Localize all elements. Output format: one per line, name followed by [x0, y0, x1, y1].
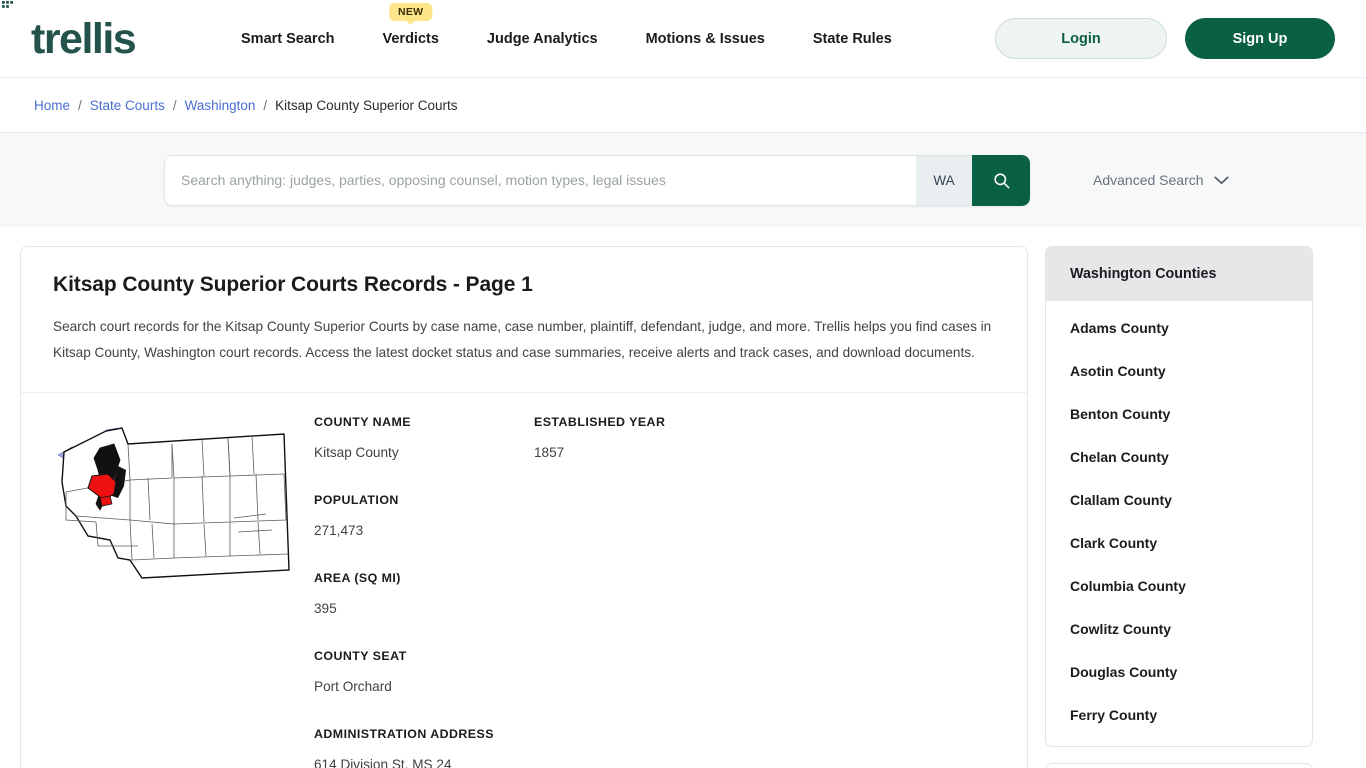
nav-label: State Rules: [812, 30, 892, 47]
field-value-administration-address: 614 Division St, MS 24 Port Orchard, WA …: [314, 757, 452, 768]
nav-label: Motions & Issues: [645, 30, 765, 47]
field-label-county-name: COUNTY NAME: [314, 415, 411, 429]
signup-button[interactable]: Sign Up: [1185, 18, 1335, 59]
site-header: trellis Smart Search NEW Verdicts Judge …: [0, 0, 1366, 78]
breadcrumb: Home / State Courts / Washington / Kitsa…: [0, 78, 1366, 133]
search-band: WA Advanced Search: [0, 133, 1366, 227]
records-card: Kitsap County Superior Courts Records - …: [20, 246, 1028, 768]
header-actions: Login Sign Up: [995, 18, 1335, 59]
field-label-established-year: ESTABLISHED YEAR: [534, 415, 666, 429]
main-nav: Smart Search NEW Verdicts Judge Analytic…: [241, 2, 916, 49]
sidebar-item-cowlitz-county[interactable]: Cowlitz County: [1046, 608, 1312, 651]
sidebar-item-columbia-county[interactable]: Columbia County: [1046, 565, 1312, 608]
counties-card: Washington Counties Adams County Asotin …: [1045, 246, 1313, 747]
nav-item-motions-issues[interactable]: Motions & Issues: [622, 29, 789, 49]
field-label-population: POPULATION: [314, 493, 399, 507]
breadcrumb-separator: /: [78, 97, 82, 113]
sidebar-item-chelan-county[interactable]: Chelan County: [1046, 436, 1312, 479]
nav-label: Verdicts: [382, 30, 439, 47]
nav-label: Judge Analytics: [486, 30, 598, 47]
new-badge: NEW: [389, 2, 433, 21]
nav-item-smart-search[interactable]: Smart Search: [241, 29, 359, 49]
search-box: WA: [164, 154, 1030, 206]
field-value-county-seat: Port Orchard: [314, 679, 392, 694]
field-value-county-name: Kitsap County: [314, 445, 399, 460]
sidebar-item-benton-county[interactable]: Benton County: [1046, 393, 1312, 436]
breadcrumb-item-state-courts[interactable]: State Courts: [90, 98, 165, 113]
counties-card-title: Washington Counties: [1046, 247, 1312, 301]
sidebar: Washington Counties Adams County Asotin …: [1045, 246, 1313, 768]
advanced-search-toggle[interactable]: Advanced Search: [1093, 172, 1229, 188]
login-button[interactable]: Login: [995, 18, 1167, 59]
nav-item-state-rules[interactable]: State Rules: [789, 29, 916, 49]
magnifier-icon: [993, 172, 1009, 188]
breadcrumb-separator: /: [172, 97, 177, 113]
sidebar-item-clallam-county[interactable]: Clallam County: [1046, 479, 1312, 522]
breadcrumb-item-current: Kitsap County Superior Courts: [275, 97, 458, 113]
sidebar-item-asotin-county[interactable]: Asotin County: [1046, 350, 1312, 393]
sidebar-item-douglas-county[interactable]: Douglas County: [1046, 651, 1312, 694]
field-label-area: AREA (SQ MI): [314, 571, 401, 585]
nav-item-judge-analytics[interactable]: Judge Analytics: [463, 29, 622, 49]
chevron-down-icon: [1213, 176, 1229, 184]
county-map: [52, 415, 300, 768]
county-fields-left: COUNTY NAME Kitsap County POPULATION 271…: [314, 415, 534, 768]
search-input[interactable]: [164, 154, 916, 206]
logo-text: trellis: [31, 14, 137, 63]
state-selector[interactable]: WA: [916, 154, 972, 206]
records-card-header: Kitsap County Superior Courts Records - …: [21, 247, 1027, 393]
county-field-columns: COUNTY NAME Kitsap County POPULATION 271…: [300, 415, 995, 768]
logo[interactable]: trellis: [2, 1, 241, 63]
sidebar-item-clark-county[interactable]: Clark County: [1046, 522, 1312, 565]
field-value-established-year: 1857: [534, 445, 565, 460]
counties-list: Adams County Asotin County Benton County…: [1046, 301, 1312, 746]
advanced-search-label: Advanced Search: [1093, 172, 1204, 188]
washington-county-map-icon: [57, 427, 290, 579]
field-value-area: 395: [314, 601, 337, 616]
field-label-administration-address: ADMINISTRATION ADDRESS: [314, 727, 494, 741]
field-value-population: 271,473: [314, 523, 364, 538]
county-fields-right: ESTABLISHED YEAR 1857: [534, 415, 754, 768]
page-description: Search court records for the Kitsap Coun…: [53, 319, 992, 360]
page-content: Kitsap County Superior Courts Records - …: [0, 227, 1366, 768]
field-label-county-seat: COUNTY SEAT: [314, 649, 407, 663]
county-details: COUNTY NAME Kitsap County POPULATION 271…: [21, 393, 1027, 768]
sidebar-item-adams-county[interactable]: Adams County: [1046, 307, 1312, 350]
breadcrumb-separator: /: [263, 97, 268, 113]
sidebar-item-ferry-county[interactable]: Ferry County: [1046, 694, 1312, 737]
page-title: Kitsap County Superior Courts Records - …: [53, 273, 533, 296]
breadcrumb-item-washington[interactable]: Washington: [185, 98, 256, 113]
nav-item-verdicts[interactable]: NEW Verdicts: [359, 2, 463, 49]
trellis-lattice-icon: [2, 1, 13, 8]
sidebar-secondary-card: [1045, 763, 1313, 768]
nav-label: Smart Search: [241, 30, 335, 47]
search-button[interactable]: [972, 154, 1030, 206]
breadcrumb-item-home[interactable]: Home: [34, 98, 70, 113]
